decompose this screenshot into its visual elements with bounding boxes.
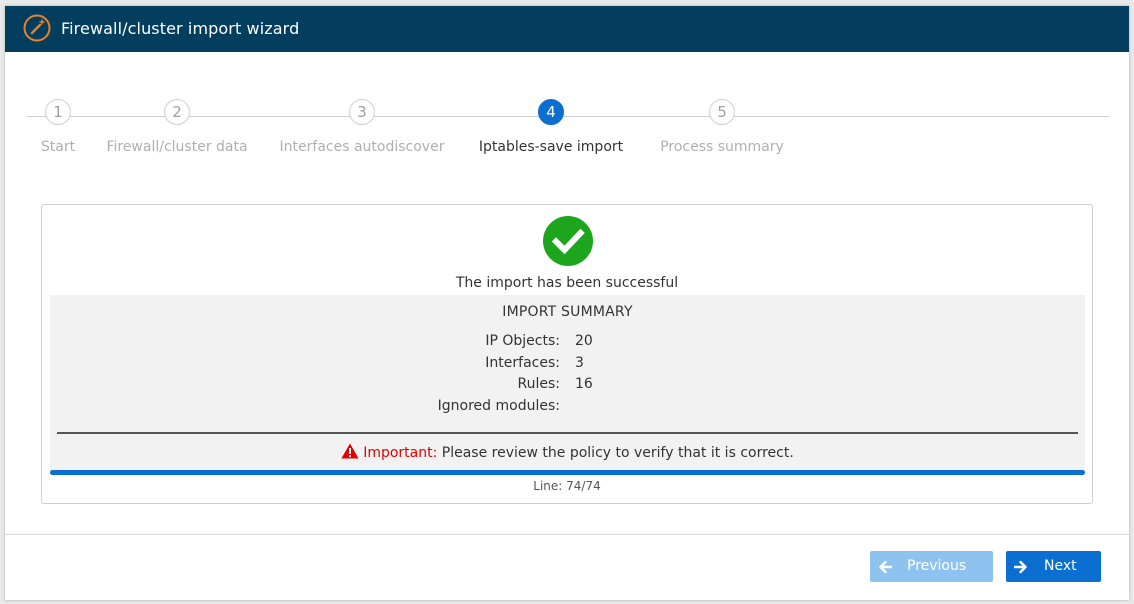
important-text: Please review the policy to verify that … <box>441 445 794 461</box>
step-number: 4 <box>538 99 564 125</box>
summary-value: 20 <box>575 333 593 349</box>
step-label: Interfaces autodiscover <box>279 139 445 155</box>
title-bar: Firewall/cluster import wizard <box>5 6 1129 52</box>
step-number: 5 <box>709 99 735 125</box>
import-result-panel: The import has been successful IMPORT SU… <box>41 204 1093 504</box>
next-button[interactable]: Next <box>1006 551 1101 582</box>
summary-title: IMPORT SUMMARY <box>502 304 633 320</box>
step-number: 2 <box>164 99 190 125</box>
check-circle-icon <box>543 216 593 266</box>
previous-button[interactable]: Previous <box>870 551 993 582</box>
summary-row-interfaces: Interfaces: 3 <box>50 355 1085 375</box>
summary-label: IP Objects: <box>485 333 560 349</box>
arrow-right-icon <box>1014 560 1027 574</box>
next-button-label: Next <box>1044 558 1077 574</box>
important-notice: Important: Please review the policy to v… <box>50 443 1085 461</box>
summary-value: 16 <box>575 376 593 392</box>
step-number: 3 <box>349 99 375 125</box>
arrow-left-icon <box>879 560 892 574</box>
summary-value: 3 <box>575 355 584 371</box>
step-number: 1 <box>45 99 71 125</box>
progress-fill <box>50 470 1085 475</box>
summary-label: Ignored modules: <box>437 398 560 414</box>
import-status-text: The import has been successful <box>455 275 679 291</box>
line-counter: Line: 74/74 <box>533 479 601 493</box>
footer-divider <box>5 534 1129 535</box>
warning-triangle-icon <box>341 443 359 459</box>
import-summary-box: IMPORT SUMMARY IP Objects: 20 Interfaces… <box>50 295 1085 471</box>
summary-label: Interfaces: <box>485 355 560 371</box>
step-label: Firewall/cluster data <box>106 139 248 155</box>
summary-label: Rules: <box>517 376 561 392</box>
magic-wand-icon <box>23 14 51 42</box>
step-label: Iptables-save import <box>478 139 624 155</box>
summary-divider <box>57 432 1078 434</box>
import-wizard-dialog: Firewall/cluster import wizard 1 Start 2… <box>5 6 1129 600</box>
step-label: Process summary <box>660 139 784 155</box>
import-progress-bar <box>50 470 1085 475</box>
step-label: Start <box>40 139 76 155</box>
summary-row-rules: Rules: 16 <box>50 376 1085 396</box>
important-label: Important: <box>363 445 438 461</box>
summary-row-ignored-modules: Ignored modules: <box>50 398 1085 418</box>
summary-row-ip-objects: IP Objects: 20 <box>50 333 1085 353</box>
window-title: Firewall/cluster import wizard <box>61 19 300 38</box>
previous-button-label: Previous <box>907 558 967 574</box>
